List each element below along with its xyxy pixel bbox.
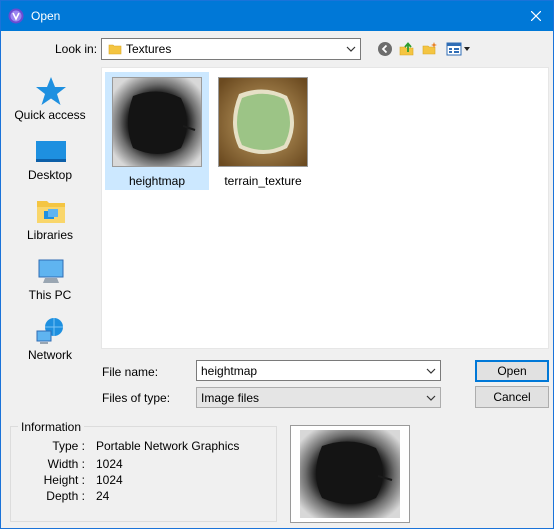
back-arrow-icon [378,42,392,56]
height-value: 1024 [96,473,123,487]
places-bar: Quick access Desktop Libraries This PC N… [7,67,93,405]
open-button[interactable]: Open [475,360,549,382]
up-folder-icon [399,42,414,56]
place-label: Network [27,348,72,362]
chevron-down-icon [426,395,436,401]
preview-image [300,430,400,518]
type-value: Portable Network Graphics [96,439,240,453]
file-name-input[interactable]: heightmap [196,360,441,381]
folder-icon [108,44,122,55]
place-label: This PC [28,288,72,302]
place-this-pc[interactable]: This PC [7,247,93,307]
information-legend: Information [18,420,85,434]
this-pc-icon [38,259,64,283]
network-icon [36,318,63,344]
place-network[interactable]: Network [7,307,93,367]
terrain-texture-thumbnail [218,77,308,167]
place-quick-access[interactable]: Quick access [7,67,93,127]
close-button[interactable] [519,1,553,31]
view-list-icon [446,42,470,56]
files-of-type-value: Image files [201,391,260,405]
file-list-view[interactable]: heightmap terrain_texture [101,67,549,349]
file-name-field-label: File name: [102,365,159,379]
look-in-combo[interactable]: Textures [101,38,361,60]
file-name-value: heightmap [201,364,258,378]
app-icon [8,8,24,24]
file-name-label: heightmap [128,174,186,188]
depth-label: Depth : [46,489,85,503]
look-in-label: Look in: [55,42,98,56]
file-item-terrain-texture[interactable]: terrain_texture [211,72,315,190]
libraries-icon [37,201,65,223]
height-label: Height : [43,473,85,487]
place-label: Desktop [27,168,73,182]
type-label: Type : [52,439,85,453]
cancel-button[interactable]: Cancel [475,386,549,408]
files-of-type-label: Files of type: [102,391,171,405]
quick-access-star-icon [36,77,66,105]
chevron-down-icon[interactable] [425,365,437,377]
place-label: Quick access [14,108,86,122]
new-folder-icon [422,42,437,55]
place-desktop[interactable]: Desktop [7,127,93,187]
place-libraries[interactable]: Libraries [7,187,93,247]
width-label: Width : [47,457,85,471]
close-icon [531,11,541,21]
place-label: Libraries [26,228,74,242]
image-preview [290,425,410,523]
file-name-label: terrain_texture [224,174,302,188]
view-menu-button[interactable] [444,39,472,59]
back-button[interactable] [375,39,395,59]
depth-value: 24 [96,489,110,503]
desktop-icon [36,141,66,162]
window-title: Open [31,9,61,23]
title-bar[interactable]: Open [1,1,553,31]
up-folder-button[interactable] [397,39,417,59]
files-of-type-select[interactable]: Image files [196,387,441,408]
new-folder-button[interactable] [420,39,440,59]
file-item-heightmap[interactable]: heightmap [105,72,209,190]
width-value: 1024 [96,457,123,471]
look-in-value: Textures [126,42,172,56]
chevron-down-icon [346,46,356,52]
open-dialog: Open Look in: Textures Quick access Desk… [0,0,554,529]
heightmap-thumbnail [112,77,202,167]
